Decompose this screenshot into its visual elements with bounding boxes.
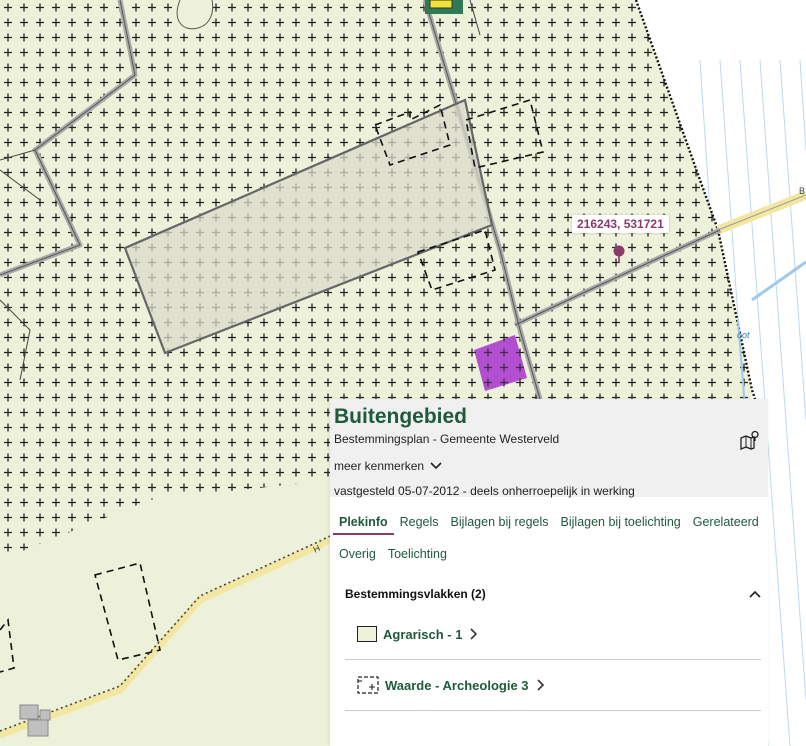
water-label: oot	[737, 330, 750, 340]
tab-toelichting[interactable]: Toelichting	[382, 543, 453, 565]
info-panel: Buitengebied Bestemmingsplan - Gemeente …	[330, 399, 768, 746]
bestemmingsvlakken-list: Agrarisch - 1 Waarde - Archeologie 3	[345, 609, 761, 711]
map-pin-icon[interactable]	[740, 430, 760, 450]
meer-kenmerken-toggle[interactable]: meer kenmerken	[334, 459, 442, 473]
tab-overig[interactable]: Overig	[333, 543, 382, 565]
vastgesteld-status: vastgesteld 05-07-2012 - deels onherroep…	[334, 484, 635, 498]
list-item-archeologie[interactable]: Waarde - Archeologie 3	[345, 659, 761, 710]
tab-regels[interactable]: Regels	[394, 511, 445, 535]
tab-gerelateerd[interactable]: Gerelateerd	[687, 511, 765, 535]
chevron-up-icon	[749, 590, 761, 598]
section-title: Bestemmingsvlakken (2)	[345, 587, 486, 601]
chevron-down-icon	[430, 462, 442, 470]
panel-tabs: Plekinfo Regels Bijlagen bij regels Bijl…	[330, 497, 768, 573]
item-label: Agrarisch - 1	[383, 626, 463, 642]
chevron-right-icon	[536, 679, 544, 691]
panel-header: Buitengebied Bestemmingsplan - Gemeente …	[330, 399, 768, 498]
meer-kenmerken-label: meer kenmerken	[334, 459, 425, 473]
plan-subtitle: Bestemmingsplan - Gemeente Westerveld	[334, 432, 560, 446]
bestemmingsvlakken-header[interactable]: Bestemmingsvlakken (2)	[345, 579, 761, 609]
tab-bijlagen-toelichting[interactable]: Bijlagen bij toelichting	[555, 511, 687, 535]
east-road-label: B	[799, 186, 805, 196]
archeologie-swatch-icon	[357, 676, 379, 694]
tab-bijlagen-regels[interactable]: Bijlagen bij regels	[445, 511, 555, 535]
plan-title: Buitengebied	[334, 405, 468, 428]
chevron-right-icon	[470, 628, 478, 640]
coordinate-label: 216243, 531721	[572, 215, 669, 233]
list-item-agrarisch[interactable]: Agrarisch - 1	[345, 609, 761, 659]
item-label: Waarde - Archeologie 3	[385, 677, 529, 693]
agrarisch-swatch-icon	[357, 626, 377, 642]
tab-plekinfo[interactable]: Plekinfo	[333, 511, 394, 535]
